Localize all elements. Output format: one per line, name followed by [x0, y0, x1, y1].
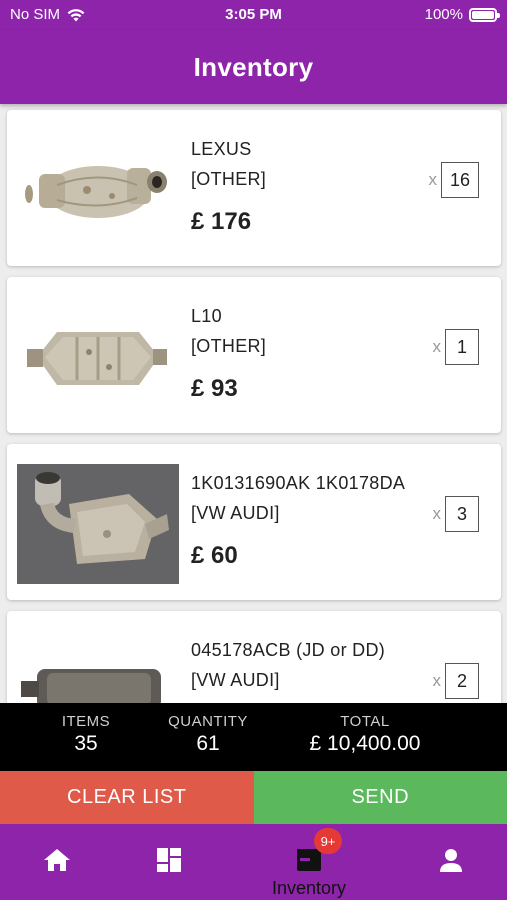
summary-bar: ITEMS 35 QUANTITY 61 TOTAL £ 10,400.00 [0, 703, 507, 771]
clear-list-button[interactable]: CLEAR LIST [0, 771, 254, 824]
page-title: Inventory [193, 51, 314, 82]
total-value: £ 10,400.00 [309, 732, 421, 755]
status-right: 100% [424, 6, 500, 23]
catalytic-converter-photo-image [17, 464, 179, 584]
quantity-multiplier: x [432, 671, 442, 690]
inventory-item[interactable]: 045178ACB (JD or DD) [VW AUDI] x 2 [7, 611, 501, 704]
tab-dashboard[interactable] [114, 824, 224, 900]
inventory-item[interactable]: 1K0131690AK 1K0178DA [VW AUDI] £ 60 x 3 [7, 444, 501, 600]
quantity-multiplier: x [432, 337, 442, 356]
quantity-multiplier: x [428, 170, 437, 189]
summary-total: TOTAL £ 10,400.00 [290, 713, 440, 756]
quantity-control: x 1 [432, 329, 479, 365]
item-name: 045178ACB (JD or DD) [191, 640, 386, 660]
item-name: LEXUS [191, 139, 252, 159]
items-value: 35 [74, 732, 98, 755]
items-label: ITEMS [61, 713, 111, 730]
item-make: [VW AUDI] [191, 670, 280, 690]
quantity-control: x 16 [428, 162, 479, 198]
inventory-item[interactable]: L10 [OTHER] £ 93 x 1 [7, 277, 501, 433]
tab-home[interactable] [2, 824, 112, 900]
quantity-input[interactable]: 2 [445, 663, 479, 699]
quantity-value: 61 [196, 732, 220, 755]
total-label: TOTAL [340, 713, 390, 730]
send-button[interactable]: SEND [253, 771, 507, 824]
quantity-input[interactable]: 3 [445, 496, 479, 532]
inventory-list[interactable]: LEXUS [OTHER] £ 176 x 16 L10 [OTHER] £ 9… [0, 104, 507, 704]
quantity-input[interactable]: 1 [445, 329, 479, 365]
quantity-multiplier: x [432, 504, 442, 523]
action-bar: CLEAR LIST SEND [0, 771, 507, 824]
item-name: 1K0131690AK 1K0178DA [191, 473, 406, 493]
tab-bar: 9+ Inventory [0, 824, 507, 900]
item-price: £ 60 [191, 542, 238, 569]
quantity-input[interactable]: 16 [440, 162, 479, 198]
summary-items: ITEMS 35 [44, 713, 128, 756]
inventory-badge: 9+ [314, 828, 342, 854]
item-name: L10 [191, 306, 222, 326]
item-price: £ 93 [191, 375, 238, 402]
item-make: [VW AUDI] [191, 503, 280, 523]
person-icon [440, 849, 462, 872]
tab-profile[interactable] [396, 824, 506, 900]
item-make: [OTHER] [191, 169, 267, 189]
catalytic-converter-long-image [17, 631, 179, 704]
quantity-control: x 3 [432, 496, 479, 532]
catalytic-converter-hex-image [17, 297, 179, 417]
dashboard-icon [157, 848, 181, 872]
tab-inventory-label: Inventory [271, 878, 347, 898]
summary-quantity: QUANTITY 61 [158, 713, 258, 756]
home-icon [44, 849, 70, 871]
app-header: Inventory [0, 30, 507, 104]
quantity-label: QUANTITY [168, 713, 248, 730]
quantity-control: x 2 [432, 663, 479, 699]
battery-icon [469, 7, 500, 22]
inventory-item[interactable]: LEXUS [OTHER] £ 176 x 16 [7, 110, 501, 266]
catalytic-converter-oval-image [17, 130, 179, 250]
status-bar: No SIM 3:05 PM 100% [0, 0, 507, 30]
item-price: £ 176 [191, 208, 252, 235]
tab-inventory[interactable]: 9+ Inventory [254, 824, 364, 900]
item-make: [OTHER] [191, 336, 267, 356]
battery-percent: 100% [424, 6, 463, 23]
